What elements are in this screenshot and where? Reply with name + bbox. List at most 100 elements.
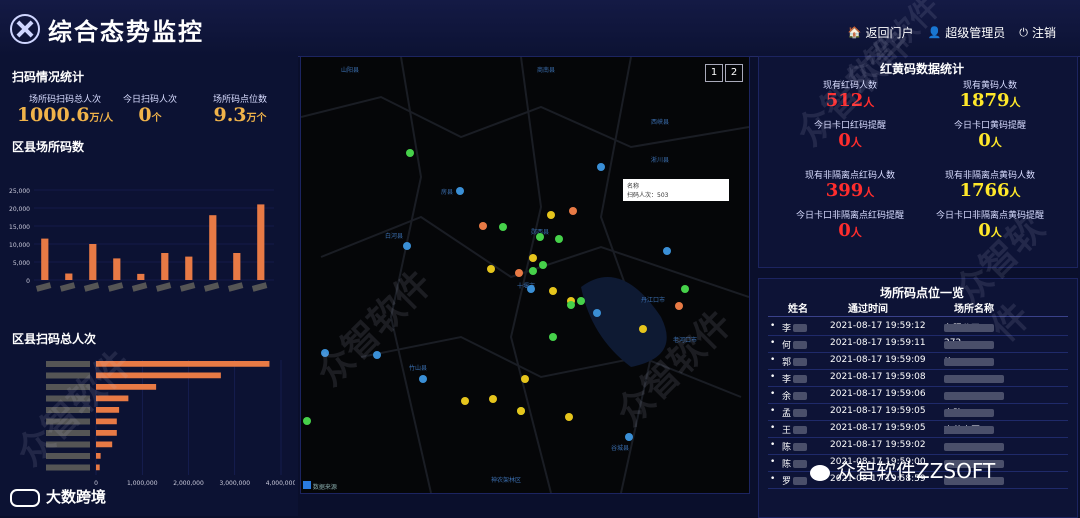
map-label: 房县: [441, 189, 454, 196]
row-name: 李: [782, 321, 808, 334]
map-marker[interactable]: [529, 254, 537, 262]
row-time: 2021-08-17 19:59:11: [830, 338, 926, 348]
map-marker[interactable]: [403, 242, 411, 250]
table-row[interactable]: • 李 2021-08-17 19:59:08: [768, 369, 1068, 387]
map-marker[interactable]: [549, 287, 557, 295]
map-label: 西峡县: [651, 119, 670, 126]
map-marker[interactable]: [663, 247, 671, 255]
map-label: 谷城县: [611, 445, 630, 452]
row-place: 272: [944, 338, 994, 349]
brand-logo-icon: [10, 488, 40, 507]
map-marker[interactable]: [303, 417, 311, 425]
map-marker[interactable]: [521, 375, 529, 383]
map-marker[interactable]: [625, 433, 633, 441]
map-marker[interactable]: [479, 222, 487, 230]
x-tick-label: [203, 282, 220, 292]
health-stat-value: 1766人: [959, 180, 1021, 201]
stat-value-today: 0个: [138, 104, 162, 126]
map-marker[interactable]: [499, 223, 507, 231]
power-icon: ⏻: [1019, 25, 1028, 39]
y-tick-label: 20,000: [9, 206, 30, 213]
row-time: 2021-08-17 19:59:08: [830, 372, 926, 382]
map-marker[interactable]: [539, 261, 547, 269]
row-name: 郭: [782, 355, 808, 368]
x-tick-label: [83, 282, 100, 292]
row-name: 何: [782, 338, 808, 351]
row-name: 罗: [782, 474, 808, 487]
map-marker[interactable]: [569, 207, 577, 215]
map-view[interactable]: 1 2 山阳县 商南县 西峡县 淅川县 白河县 丹江口市 老河口市 竹山县 房县…: [300, 56, 750, 494]
map-marker[interactable]: [549, 333, 557, 341]
map-marker[interactable]: [567, 301, 575, 309]
y-tick-label: 15,000: [9, 224, 30, 231]
map-marker[interactable]: [406, 149, 414, 157]
map-marker[interactable]: [639, 325, 647, 333]
map-marker[interactable]: [681, 285, 689, 293]
map-marker[interactable]: [529, 267, 537, 275]
row-place: 大队: [944, 406, 994, 419]
bar: [96, 464, 100, 471]
map-label: 白河县: [385, 233, 404, 240]
map-marker[interactable]: [419, 375, 427, 383]
map-marker[interactable]: [593, 309, 601, 317]
bar: [209, 215, 217, 280]
logout-link[interactable]: ⏻ 注销: [1019, 24, 1056, 41]
bar: [65, 273, 73, 280]
map-marker[interactable]: [487, 265, 495, 273]
health-stat-value: 0人: [838, 220, 862, 241]
bar: [257, 204, 265, 280]
map-marker[interactable]: [555, 235, 563, 243]
table-row[interactable]: • 孟 2021-08-17 19:59:05 大队: [768, 403, 1068, 421]
bullet-icon: •: [770, 338, 776, 348]
table-row[interactable]: • 郭 2021-08-17 19:59:09 栋: [768, 352, 1068, 370]
map-marker[interactable]: [547, 211, 555, 219]
row-place: 嘉苑小区: [944, 423, 994, 436]
map-view-2-button[interactable]: 2: [725, 64, 743, 82]
map-marker[interactable]: [456, 187, 464, 195]
row-name: 王: [782, 423, 808, 436]
row-name: 余: [782, 389, 808, 402]
map-marker[interactable]: [536, 233, 544, 241]
row-name: 李: [782, 372, 808, 385]
bar: [233, 253, 241, 280]
bullet-icon: •: [770, 406, 776, 416]
map-marker[interactable]: [515, 269, 523, 277]
map-view-1-button[interactable]: 1: [705, 64, 723, 82]
map-marker[interactable]: [527, 285, 535, 293]
health-stat-value: 1879人: [959, 90, 1021, 111]
table-row[interactable]: • 陈 2021-08-17 19:59:02: [768, 437, 1068, 455]
home-icon: 🏠: [847, 26, 862, 39]
map-marker[interactable]: [461, 397, 469, 405]
bullet-icon: •: [770, 457, 776, 467]
bar: [96, 418, 117, 425]
bullet-icon: •: [770, 389, 776, 399]
bar: [161, 253, 169, 280]
x-tick-label: 4,000,000: [266, 480, 295, 487]
bar: [41, 238, 49, 280]
user-link[interactable]: 👤 超级管理员: [928, 24, 1006, 41]
x-tick-label: [59, 282, 76, 292]
table-row[interactable]: • 王 2021-08-17 19:59:05 嘉苑小区: [768, 420, 1068, 438]
row-time: 2021-08-17 19:59:02: [830, 440, 926, 450]
map-label: 竹山县: [409, 365, 428, 372]
brand-watermark: 众智软件ZZSOFT: [810, 455, 995, 484]
health-stat-value: 0人: [978, 130, 1002, 151]
map-label: 淅川县: [651, 157, 670, 164]
map-marker[interactable]: [675, 302, 683, 310]
map-marker[interactable]: [489, 395, 497, 403]
bullet-icon: •: [770, 321, 776, 331]
x-tick-label: [35, 282, 52, 292]
y-tick-label: 10,000: [9, 242, 30, 249]
map-marker[interactable]: [565, 413, 573, 421]
map-marker[interactable]: [597, 163, 605, 171]
row-time: 2021-08-17 19:59:12: [830, 321, 926, 331]
row-name: 陈: [782, 440, 808, 453]
map-marker[interactable]: [517, 407, 525, 415]
bottom-logo: 大数跨境: [10, 486, 106, 507]
bullet-icon: •: [770, 423, 776, 433]
district-codes-title: 区县场所码数: [12, 140, 85, 154]
map-label: 商南县: [537, 67, 556, 74]
table-row[interactable]: • 余 2021-08-17 19:59:06: [768, 386, 1068, 404]
map-label: 神农架林区: [491, 477, 522, 484]
map-marker[interactable]: [577, 297, 585, 305]
